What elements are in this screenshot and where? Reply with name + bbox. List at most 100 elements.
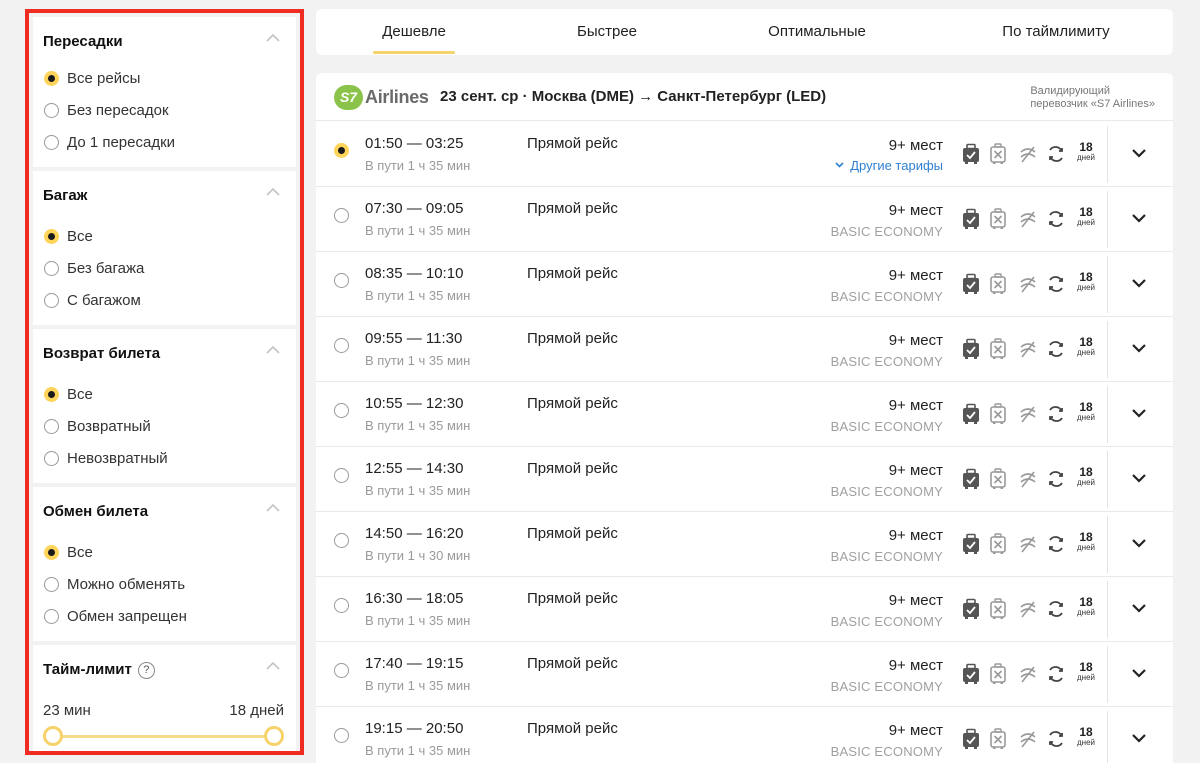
flight-row[interactable]: 16:30 — 18:05 В пути 1 ч 35 мин Прямой рей… (316, 577, 1173, 642)
flight-select-radio[interactable] (334, 728, 349, 743)
expand-chevron-icon[interactable] (1131, 212, 1147, 224)
tab-cheapest[interactable]: Дешевле (373, 9, 455, 55)
expand-chevron-icon[interactable] (1131, 732, 1147, 744)
time-limit-slider-min-handle[interactable] (43, 726, 63, 746)
no-baggage-icon (988, 403, 1008, 425)
flight-type: Прямой рейс (527, 330, 618, 347)
radio-button[interactable] (44, 544, 59, 560)
radio-button[interactable] (44, 134, 59, 150)
radio-button[interactable] (44, 608, 59, 624)
option-up-to-1-transfer[interactable]: До 1 пересадки (44, 132, 175, 152)
radio-button[interactable] (44, 450, 59, 466)
hand-luggage-icon (961, 143, 981, 165)
radio-button[interactable] (44, 228, 59, 244)
flight-row[interactable]: 14:50 — 16:20 В пути 1 ч 30 мин Прямой рей… (316, 512, 1173, 577)
option-without-baggage[interactable]: Без багажа (44, 258, 144, 278)
flight-duration: В пути 1 ч 35 мин (365, 483, 471, 498)
seats-available: 9+ мест (888, 527, 943, 544)
option-label: Все (67, 385, 93, 403)
flight-duration: В пути 1 ч 35 мин (365, 223, 471, 238)
collapse-chevron-icon[interactable] (266, 33, 280, 43)
other-fares-link[interactable]: Другие тарифы (835, 158, 943, 173)
option-refundable[interactable]: Возвратный (44, 416, 151, 436)
fare-class: BASIC ECONOMY (830, 484, 943, 499)
tab-optimal[interactable]: Оптимальные (760, 9, 874, 55)
flight-select-radio[interactable] (334, 338, 349, 353)
time-limit-slider-max-handle[interactable] (264, 726, 284, 746)
seats-available: 9+ мест (888, 267, 943, 284)
chevron-down-icon (835, 162, 844, 168)
collapse-chevron-icon[interactable] (266, 345, 280, 355)
expand-chevron-icon[interactable] (1131, 407, 1147, 419)
radio-button[interactable] (44, 70, 59, 86)
flight-select-radio[interactable] (334, 208, 349, 223)
expand-chevron-icon[interactable] (1131, 147, 1147, 159)
collapse-chevron-icon[interactable] (266, 187, 280, 197)
flight-select-radio[interactable] (334, 403, 349, 418)
flight-row[interactable]: 19:15 — 20:50 В пути 1 ч 35 мин Прямой рей… (316, 707, 1173, 763)
expand-chevron-icon[interactable] (1131, 472, 1147, 484)
help-icon[interactable]: ? (137, 662, 155, 679)
flight-row[interactable]: 08:35 — 10:10 В пути 1 ч 35 мин Прямой рей… (316, 252, 1173, 317)
expand-chevron-icon[interactable] (1131, 277, 1147, 289)
option-exchangeable[interactable]: Можно обменять (44, 574, 185, 594)
option-all-flights[interactable]: Все рейсы (44, 68, 140, 88)
radio-button[interactable] (44, 260, 59, 276)
tab-fastest[interactable]: Быстрее (562, 9, 652, 55)
option-baggage-all[interactable]: Все (44, 226, 93, 246)
option-no-transfers[interactable]: Без пересадок (44, 100, 169, 120)
collapse-chevron-icon[interactable] (266, 661, 280, 671)
option-label: Все (67, 543, 93, 561)
radio-button[interactable] (44, 418, 59, 434)
flight-type: Прямой рейс (527, 655, 618, 672)
option-refund-all[interactable]: Все (44, 384, 93, 404)
time-limit-days-unit: дней (1076, 218, 1095, 227)
flight-duration: В пути 1 ч 35 мин (365, 678, 471, 693)
other-fares-label: Другие тарифы (850, 158, 943, 173)
time-limit-days-unit: дней (1076, 673, 1095, 682)
time-limit-max-label: 18 дней (229, 702, 284, 719)
time-limit-slider-track[interactable] (53, 735, 274, 738)
flight-row[interactable]: 01:50 — 03:25 В пути 1 ч 35 мин Прямой рей… (316, 122, 1173, 187)
option-with-baggage[interactable]: С багажом (44, 290, 141, 310)
seats-available: 9+ мест (888, 137, 943, 154)
filter-transfers-title: Пересадки (43, 33, 123, 50)
flight-select-radio[interactable] (334, 598, 349, 613)
hand-luggage-icon (961, 728, 981, 750)
flight-select-radio[interactable] (334, 468, 349, 483)
no-refund-icon (1018, 728, 1038, 750)
time-limit-days-number: 18 (1079, 205, 1093, 219)
radio-button[interactable] (44, 576, 59, 592)
flight-row[interactable]: 07:30 — 09:05 В пути 1 ч 35 мин Прямой рей… (316, 187, 1173, 252)
time-limit-days-number: 18 (1079, 465, 1093, 479)
hand-luggage-icon (961, 598, 981, 620)
flight-row[interactable]: 17:40 — 19:15 В пути 1 ч 35 мин Прямой рей… (316, 642, 1173, 707)
flight-row[interactable]: 12:55 — 14:30 В пути 1 ч 35 мин Прямой рей… (316, 447, 1173, 512)
radio-button[interactable] (44, 386, 59, 402)
expand-chevron-icon[interactable] (1131, 342, 1147, 354)
option-non-refundable[interactable]: Невозвратный (44, 448, 168, 468)
divider (1107, 256, 1108, 313)
flight-select-radio[interactable] (334, 273, 349, 288)
expand-chevron-icon[interactable] (1131, 667, 1147, 679)
option-exchange-all[interactable]: Все (44, 542, 93, 562)
fare-class: BASIC ECONOMY (830, 289, 943, 304)
no-baggage-icon (988, 598, 1008, 620)
flight-times: 08:35 — 10:10 (365, 265, 464, 282)
tab-by-time-limit[interactable]: По таймлимиту (988, 9, 1124, 55)
expand-chevron-icon[interactable] (1131, 537, 1147, 549)
expand-chevron-icon[interactable] (1131, 602, 1147, 614)
radio-button[interactable] (44, 292, 59, 308)
option-exchange-forbidden[interactable]: Обмен запрещен (44, 606, 187, 626)
flight-row[interactable]: 10:55 — 12:30 В пути 1 ч 35 мин Прямой рей… (316, 382, 1173, 447)
flight-row[interactable]: 09:55 — 11:30 В пути 1 ч 35 мин Прямой рей… (316, 317, 1173, 382)
radio-button[interactable] (44, 102, 59, 118)
flight-times: 17:40 — 19:15 (365, 655, 464, 672)
exchange-icon (1046, 208, 1066, 230)
time-limit-days-unit: дней (1076, 283, 1095, 292)
collapse-chevron-icon[interactable] (266, 503, 280, 513)
flight-select-radio[interactable] (334, 533, 349, 548)
seats-available: 9+ мест (888, 592, 943, 609)
flight-select-radio[interactable] (334, 663, 349, 678)
flight-select-radio[interactable] (334, 143, 349, 158)
